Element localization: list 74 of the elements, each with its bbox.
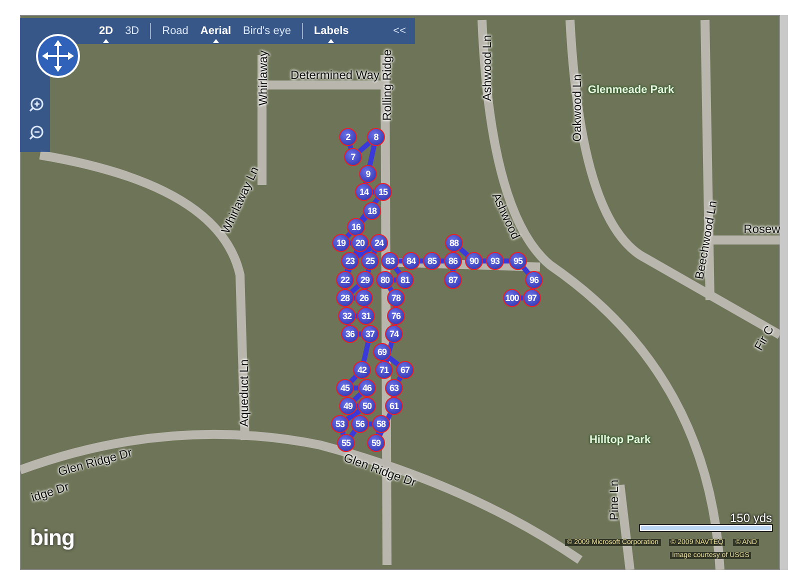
route-marker[interactable]: 69 — [373, 343, 391, 361]
map-label: Glen Ridge Dr — [56, 445, 134, 479]
zoom-in-icon[interactable] — [28, 97, 44, 113]
route-marker[interactable]: 74 — [385, 325, 403, 343]
map-label: Fir C — [751, 323, 777, 353]
map-label: Aqueduct Ln — [237, 359, 251, 427]
route-marker[interactable]: 100 — [503, 289, 521, 307]
route-marker[interactable]: 37 — [361, 325, 379, 343]
route-marker[interactable]: 55 — [337, 434, 355, 452]
route-marker[interactable]: 32 — [338, 307, 356, 325]
route-marker[interactable]: 23 — [341, 252, 359, 270]
route-marker[interactable]: 42 — [353, 361, 371, 379]
route-marker[interactable]: 83 — [381, 252, 399, 270]
route-marker[interactable]: 25 — [361, 252, 379, 270]
bing-logo: bing — [30, 525, 74, 551]
route-marker[interactable]: 20 — [351, 234, 369, 252]
map-label: idge Dr — [29, 479, 71, 505]
route-marker[interactable]: 14 — [355, 183, 373, 201]
map-label: Beechwood Ln — [692, 200, 720, 280]
map-label: Rosew — [744, 222, 780, 236]
route-marker[interactable]: 53 — [331, 415, 349, 433]
route-marker[interactable]: 95 — [509, 252, 527, 270]
route-marker[interactable]: 58 — [372, 415, 390, 433]
route-marker[interactable]: 16 — [347, 218, 365, 236]
route-marker[interactable]: 50 — [358, 397, 376, 415]
route-marker[interactable]: 19 — [332, 234, 350, 252]
route-marker[interactable]: 2 — [339, 128, 357, 146]
route-marker[interactable]: 81 — [396, 271, 414, 289]
route-marker[interactable]: 84 — [402, 252, 420, 270]
route-marker[interactable]: 90 — [465, 252, 483, 270]
map-label: Ashwood Ln — [480, 34, 494, 102]
pan-compass-icon[interactable] — [35, 33, 81, 79]
route-marker[interactable]: 18 — [363, 202, 381, 220]
route-marker[interactable]: 86 — [444, 252, 462, 270]
route-marker[interactable]: 36 — [341, 325, 359, 343]
route-marker[interactable]: 71 — [375, 361, 393, 379]
map-label: Whirlaway — [256, 50, 270, 106]
view-mode-tab[interactable]: 3D — [120, 23, 144, 39]
map-label: Glen Ridge Dr — [342, 450, 418, 490]
map-label: Oakwood Ln — [570, 74, 584, 142]
route-marker[interactable]: 85 — [423, 252, 441, 270]
route-marker[interactable]: 29 — [356, 271, 374, 289]
route-marker[interactable]: 31 — [357, 307, 375, 325]
map-label: Determined Way — [290, 68, 380, 82]
route-marker[interactable]: 15 — [374, 183, 392, 201]
route-marker[interactable]: 76 — [387, 307, 405, 325]
route-marker[interactable]: 26 — [355, 289, 373, 307]
map-style-tab[interactable]: Road — [157, 23, 194, 39]
route-marker[interactable]: 93 — [486, 252, 504, 270]
route-marker[interactable]: 59 — [367, 434, 385, 452]
route-marker[interactable]: 46 — [358, 379, 376, 397]
route-marker[interactable]: 97 — [523, 289, 541, 307]
map-label: Hilltop Park — [589, 434, 651, 446]
route-marker[interactable]: 67 — [396, 361, 414, 379]
route-marker[interactable]: 9 — [359, 165, 377, 183]
route-marker[interactable]: 45 — [336, 379, 354, 397]
route-marker[interactable]: 61 — [385, 397, 403, 415]
collapse-button[interactable]: << — [388, 23, 411, 39]
route-marker[interactable]: 96 — [525, 271, 543, 289]
map-style-tab[interactable]: Bird's eye — [238, 23, 296, 39]
route-marker[interactable]: 87 — [444, 271, 462, 289]
route-marker[interactable]: 56 — [351, 415, 369, 433]
route-marker[interactable]: 22 — [336, 271, 354, 289]
route-marker[interactable]: 78 — [387, 289, 405, 307]
route-marker[interactable]: 28 — [336, 289, 354, 307]
zoom-out-icon[interactable] — [28, 125, 44, 141]
scale-label: 150 yds — [730, 511, 772, 525]
map-label: Pine Ln — [607, 480, 621, 520]
route-marker[interactable]: 88 — [445, 234, 463, 252]
route-marker[interactable]: 7 — [344, 148, 362, 166]
route-marker[interactable]: 80 — [376, 271, 394, 289]
map-label: Rolling Ridge — [380, 49, 394, 121]
route-marker[interactable]: 49 — [339, 397, 357, 415]
map-label: Glenmeade Park — [588, 84, 674, 96]
